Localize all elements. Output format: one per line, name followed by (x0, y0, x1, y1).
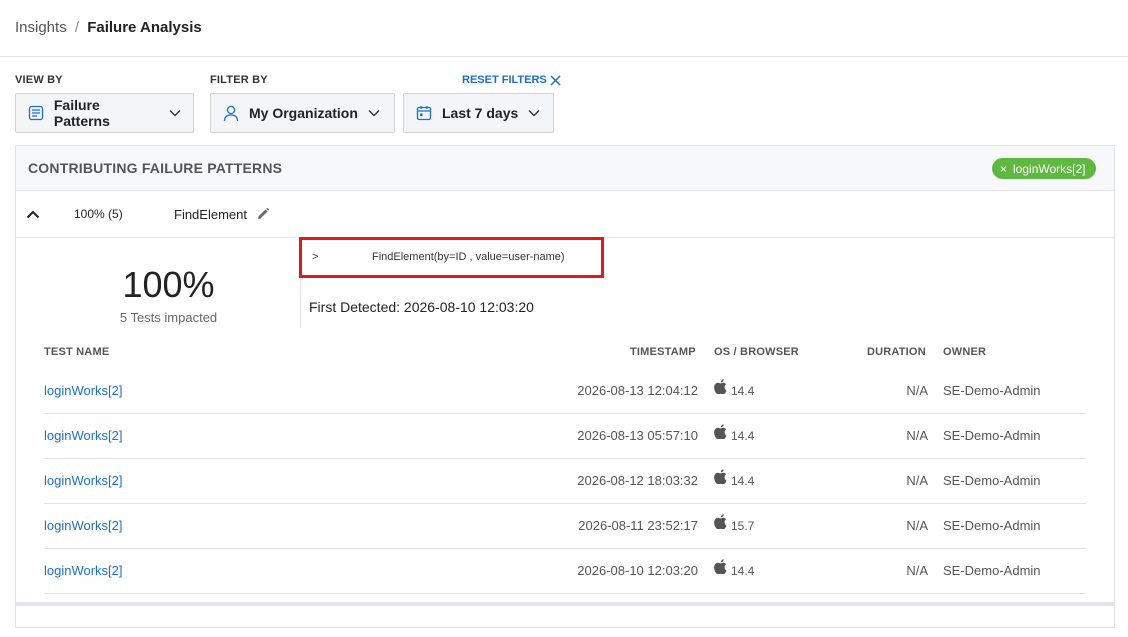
col-os-browser[interactable]: OS / BROWSER (714, 346, 799, 358)
table-row[interactable]: loginWorks[2] 2026-08-10 12:03:20 14.4 N/A S… (44, 549, 1086, 594)
timestamp-cell: 2026-08-10 12:03:20 (577, 563, 698, 578)
owner-cell: SE-Demo-Admin (943, 518, 1041, 533)
os-browser-cell: 14.4 (714, 559, 755, 578)
apple-icon (714, 559, 727, 577)
test-name-link[interactable]: loginWorks[2] (44, 383, 123, 398)
filter-by-label: FILTER BY (210, 74, 268, 86)
col-duration[interactable]: DURATION (867, 346, 926, 358)
organization-value: My Organization (249, 105, 358, 121)
tests-impacted: 5 Tests impacted (119, 310, 218, 325)
view-by-label: VIEW BY (15, 74, 63, 86)
impact-percent: 100% (122, 264, 215, 305)
panel-header: CONTRIBUTING FAILURE PATTERNS × loginWor… (16, 146, 1114, 191)
reset-filters-button[interactable]: RESET FILTERS (462, 74, 561, 86)
view-by-value: Failure Patterns (53, 97, 110, 129)
apple-icon (714, 379, 727, 397)
col-test-name[interactable]: TEST NAME (44, 346, 109, 358)
col-owner[interactable]: OWNER (943, 346, 986, 358)
timestamp-cell: 2026-08-13 12:04:12 (577, 383, 698, 398)
date-range-dropdown[interactable]: Last 7 days (403, 93, 554, 133)
os-version: 14.4 (731, 384, 755, 398)
breadcrumb: Insights / Failure Analysis (15, 19, 202, 36)
os-browser-cell: 14.4 (714, 379, 755, 398)
owner-cell: SE-Demo-Admin (943, 428, 1041, 443)
duration-cell: N/A (906, 383, 928, 398)
owner-cell: SE-Demo-Admin (943, 383, 1041, 398)
table-row[interactable]: loginWorks[2] 2026-08-11 23:52:17 15.7 N/A S… (44, 504, 1086, 549)
timestamp-cell: 2026-08-11 23:52:17 (578, 518, 698, 533)
pattern-name: FindElement (174, 207, 247, 222)
pencil-icon[interactable] (256, 207, 270, 226)
timestamp-cell: 2026-08-12 18:03:32 (577, 473, 698, 488)
apple-icon (714, 469, 727, 487)
os-browser-cell: 14.4 (714, 469, 755, 488)
organization-dropdown[interactable]: My Organization (210, 93, 395, 133)
chevron-down-icon (368, 109, 380, 117)
pattern-list-icon (28, 104, 46, 122)
panel-title: CONTRIBUTING FAILURE PATTERNS (28, 160, 283, 176)
pattern-row[interactable]: 100% (5) FindElement (16, 191, 1114, 238)
chevron-down-icon (169, 109, 181, 117)
pattern-percent-count: 100% (5) (74, 207, 123, 221)
duration-cell: N/A (906, 563, 928, 578)
breadcrumb-separator: / (74, 19, 80, 36)
os-version: 15.7 (731, 519, 755, 533)
reset-filters-label: RESET FILTERS (462, 74, 547, 86)
horizontal-scrollbar[interactable] (16, 602, 1114, 606)
filter-chip[interactable]: × loginWorks[2] (992, 158, 1096, 179)
duration-cell: N/A (906, 428, 928, 443)
calendar-icon (416, 104, 434, 122)
os-browser-cell: 15.7 (714, 514, 755, 533)
chevron-down-icon (528, 109, 540, 117)
test-name-link[interactable]: loginWorks[2] (44, 563, 123, 578)
table-row[interactable]: loginWorks[2] 2026-08-12 18:03:32 14.4 N/A S… (44, 459, 1086, 504)
test-name-link[interactable]: loginWorks[2] (44, 518, 123, 533)
page-title: Failure Analysis (87, 19, 202, 36)
view-by-dropdown[interactable]: Failure Patterns (15, 93, 194, 133)
timestamp-cell: 2026-08-13 05:57:10 (577, 428, 698, 443)
owner-cell: SE-Demo-Admin (943, 563, 1041, 578)
stack-trace-text: FindElement(by=ID , value=user-name) (372, 251, 565, 263)
expand-trace-indicator: > (312, 251, 319, 263)
breadcrumb-insights[interactable]: Insights (15, 19, 67, 36)
duration-cell: N/A (906, 518, 928, 533)
os-version: 14.4 (731, 564, 755, 578)
user-icon (223, 104, 241, 122)
table-row[interactable]: loginWorks[2] 2026-08-13 12:04:12 14.4 N/A S… (44, 369, 1086, 414)
os-version: 14.4 (731, 474, 755, 488)
top-bar: Insights / Failure Analysis (0, 0, 1128, 57)
apple-icon (714, 514, 727, 532)
apple-icon (714, 424, 727, 442)
chip-label: loginWorks[2] (1013, 161, 1086, 176)
date-range-value: Last 7 days (442, 105, 519, 121)
duration-cell: N/A (906, 473, 928, 488)
owner-cell: SE-Demo-Admin (943, 473, 1041, 488)
chevron-up-icon[interactable] (24, 205, 42, 223)
col-timestamp[interactable]: TIMESTAMP (630, 346, 696, 358)
os-browser-cell: 14.4 (714, 424, 755, 443)
close-icon (550, 74, 561, 86)
stack-trace-box[interactable]: > FindElement(by=ID , value=user-name) (299, 237, 604, 278)
first-detected: First Detected: 2026-08-10 12:03:20 (309, 299, 534, 315)
table-row[interactable]: loginWorks[2] 2026-08-13 05:57:10 14.4 N/A S… (44, 414, 1086, 459)
test-name-link[interactable]: loginWorks[2] (44, 428, 123, 443)
os-version: 14.4 (731, 429, 755, 443)
chip-remove-icon[interactable]: × (1000, 162, 1007, 176)
test-name-link[interactable]: loginWorks[2] (44, 473, 123, 488)
